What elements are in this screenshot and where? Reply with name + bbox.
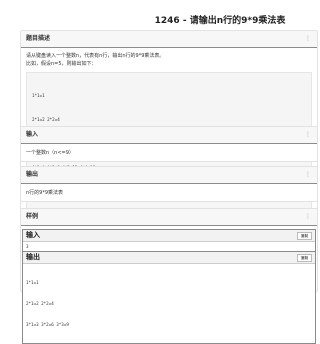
copy-input-button[interactable]: 复制: [297, 232, 312, 240]
sample-output-title: 输出: [26, 253, 40, 261]
input-card: 输入 ⋮ 一个整数n（n<=9）: [20, 126, 318, 162]
sample-output-line: 2*1=2 2*2=4: [26, 301, 54, 306]
copy-output-button[interactable]: 复制: [297, 254, 312, 262]
output-header[interactable]: 输出 ⋮: [21, 167, 317, 184]
sample-input-header: 输入 复制: [23, 230, 315, 242]
sample-output-line: 3*1=3 3*2=6 3*3=9: [26, 322, 69, 327]
sample-input-title: 输入: [26, 231, 40, 239]
sample-output-box: 输出 复制 1*1=1 2*1=2 2*2=4 3*1=3 3*2=6 3*3=…: [22, 251, 316, 344]
input-description: 一个整数n（n<=9）: [26, 150, 74, 156]
output-heading: 输出: [26, 171, 39, 178]
sample-output-header: 输出 复制: [23, 252, 315, 264]
sample-output-line: 1*1=1: [26, 280, 39, 285]
example-line: 1*1=1: [32, 93, 45, 98]
example-line: 2*1=2 2*2=4: [32, 117, 60, 122]
input-header[interactable]: 输入 ⋮: [21, 127, 317, 144]
sample-input-content: 3: [26, 244, 29, 249]
more-menu-icon[interactable]: ⋮: [305, 31, 311, 47]
sample-header[interactable]: 样例 ⋮: [21, 209, 317, 226]
output-description: n行的9*9乘法表: [26, 190, 64, 196]
page-title: 1246 - 请输出n行的9*9乘法表: [154, 16, 286, 26]
description-header[interactable]: 题目描述 ⋮: [21, 31, 317, 48]
more-menu-icon[interactable]: ⋮: [305, 167, 311, 183]
more-menu-icon[interactable]: ⋮: [305, 209, 311, 225]
sample-output-content: 1*1=1 2*1=2 2*2=4 3*1=3 3*2=6 3*3=9: [23, 264, 315, 343]
more-menu-icon[interactable]: ⋮: [305, 127, 311, 143]
description-line-1: 请从键盘读入一个整数n，代表有n行，输出n行的9*9乘法表。: [26, 53, 165, 59]
output-card: 输出 ⋮ n行的9*9乘法表: [20, 166, 318, 202]
description-heading: 题目描述: [26, 35, 51, 42]
sample-heading: 样例: [26, 213, 39, 220]
description-line-2: 比如，假设n=5，则输出如下：: [26, 61, 97, 67]
sample-input-box: 输入 复制 3: [22, 229, 316, 252]
input-heading: 输入: [26, 131, 39, 138]
